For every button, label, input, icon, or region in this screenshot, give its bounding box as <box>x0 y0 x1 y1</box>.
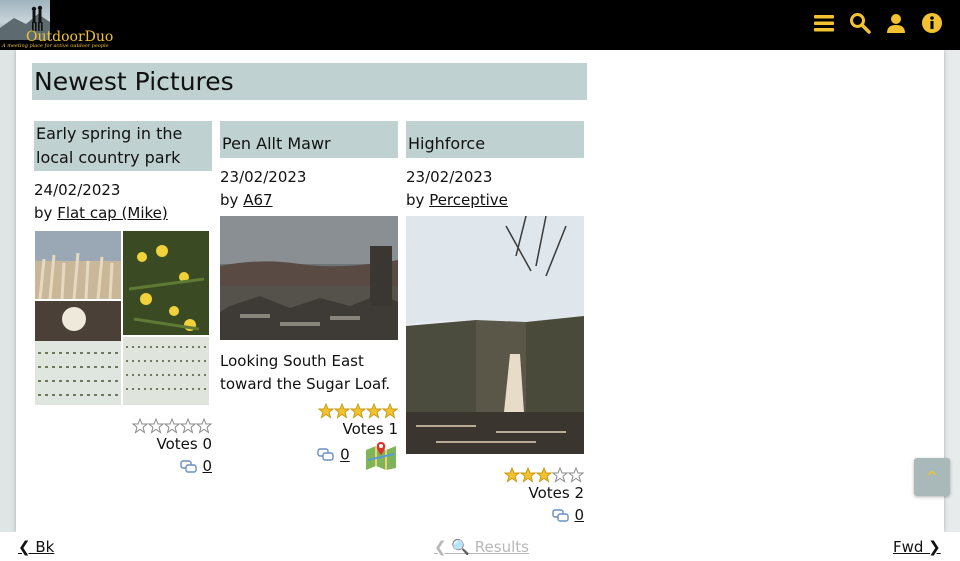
search-icon[interactable] <box>849 12 871 34</box>
star-rating[interactable] <box>34 415 212 434</box>
star-icon[interactable] <box>504 466 520 483</box>
photo-highforce[interactable] <box>406 216 584 454</box>
comments[interactable]: 0 <box>406 504 584 528</box>
picture-card: Pen Allt Mawr 23/02/2023 by A67 Looking … <box>220 121 398 470</box>
map-icon[interactable] <box>364 440 398 470</box>
user-icon[interactable] <box>885 12 907 34</box>
star-icon[interactable] <box>318 402 334 419</box>
star-icon[interactable] <box>180 417 196 434</box>
star-icon[interactable] <box>132 417 148 434</box>
star-rating[interactable] <box>220 400 398 419</box>
menu-icon[interactable] <box>813 12 835 34</box>
logo-tagline: A meeting place for active outdoor peopl… <box>2 43 109 49</box>
star-icon[interactable] <box>196 417 212 434</box>
scroll-to-top-button[interactable]: ^ <box>914 458 950 496</box>
comment-count[interactable]: 0 <box>574 506 584 524</box>
card-meta: 23/02/2023 by A67 <box>220 166 398 212</box>
bottom-nav: ❮ Bk ❮ 🔍 Results Fwd ❯ <box>0 532 960 561</box>
star-icon[interactable] <box>366 402 382 419</box>
card-title[interactable]: Pen Allt Mawr <box>220 121 398 158</box>
by-label: by <box>220 191 239 209</box>
picture-card: Highforce 23/02/2023 by Perceptive Votes… <box>406 121 584 528</box>
top-bar: OutdoorDuo A meeting place for active ou… <box>0 0 960 50</box>
user-link[interactable]: Perceptive <box>429 191 508 209</box>
comments[interactable]: 0 <box>34 455 212 479</box>
votes-count: Votes 1 <box>342 420 398 438</box>
user-link[interactable]: Flat cap (Mike) <box>57 204 168 222</box>
section-title: Newest Pictures <box>32 63 587 100</box>
content-panel: Newest Pictures Early spring in the loca… <box>16 50 944 532</box>
card-date: 23/02/2023 <box>406 168 493 186</box>
star-icon[interactable] <box>148 417 164 434</box>
star-rating[interactable] <box>406 464 584 483</box>
comments[interactable]: 0 <box>220 440 398 470</box>
comment-count[interactable]: 0 <box>202 457 212 475</box>
comment-icon <box>551 508 569 522</box>
card-meta: 24/02/2023 by Flat cap (Mike) <box>34 179 212 225</box>
user-link[interactable]: A67 <box>243 191 272 209</box>
votes-count: Votes 0 <box>156 435 212 453</box>
star-icon[interactable] <box>334 402 350 419</box>
back-link[interactable]: ❮ Bk <box>18 538 54 556</box>
star-icon[interactable] <box>520 466 536 483</box>
by-label: by <box>34 204 53 222</box>
star-icon[interactable] <box>350 402 366 419</box>
star-icon[interactable] <box>382 402 398 419</box>
card-caption: Looking South East toward the Sugar Loaf… <box>220 352 391 393</box>
card-date: 24/02/2023 <box>34 181 121 199</box>
comment-count[interactable]: 0 <box>340 446 350 464</box>
by-label: by <box>406 191 425 209</box>
photo-pen-allt-mawr[interactable] <box>220 216 398 340</box>
star-icon[interactable] <box>164 417 180 434</box>
star-icon[interactable] <box>568 466 584 483</box>
logo[interactable]: OutdoorDuo A meeting place for active ou… <box>0 0 114 50</box>
info-icon[interactable] <box>921 12 943 34</box>
comment-icon <box>317 448 335 461</box>
star-icon[interactable] <box>536 466 552 483</box>
card-date: 23/02/2023 <box>220 168 307 186</box>
card-title[interactable]: Highforce <box>406 121 584 158</box>
photo-collage[interactable] <box>34 229 210 405</box>
card-title[interactable]: Early spring in the local country park <box>34 121 212 171</box>
results-link: ❮ 🔍 Results <box>434 538 529 556</box>
star-icon[interactable] <box>552 466 568 483</box>
picture-card: Early spring in the local country park 2… <box>34 121 212 479</box>
forward-link[interactable]: Fwd ❯ <box>893 538 941 556</box>
card-meta: 23/02/2023 by Perceptive <box>406 166 584 212</box>
votes-count: Votes 2 <box>528 484 584 502</box>
comment-icon <box>179 459 197 473</box>
